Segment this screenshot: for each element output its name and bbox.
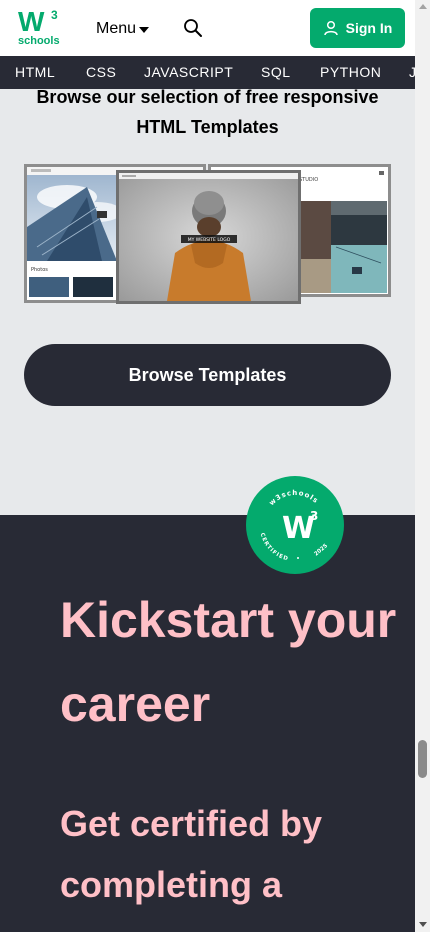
logo-superscript: 3	[51, 8, 58, 22]
badge-mark-sup: 3	[310, 509, 318, 523]
career-heading: Kickstart your career	[60, 592, 397, 732]
career-subheading: Get certified by completing a	[60, 803, 323, 905]
right-thumb-label: STUDIO	[299, 177, 318, 183]
logo-text: schools	[18, 35, 60, 47]
sign-in-button[interactable]: Sign In	[310, 8, 405, 48]
career-section: Kickstart your career Get certified by c…	[0, 515, 415, 932]
user-icon	[323, 20, 338, 36]
sign-in-label: Sign In	[345, 20, 393, 36]
center-thumb-caption: MY WEBSITE LOGO	[188, 237, 231, 243]
menu-label: Menu	[96, 20, 137, 37]
badge-year-text: 2025	[313, 543, 329, 558]
search-icon[interactable]	[183, 18, 203, 38]
template-thumbnail-portrait[interactable]: MY WEBSITE LOGO	[116, 170, 301, 304]
portrait-template-preview: MY WEBSITE LOGO	[119, 173, 298, 301]
templates-heading: Browse our selection of free responsive …	[0, 82, 415, 142]
scroll-down-arrow-icon[interactable]	[419, 922, 427, 927]
svg-text:w3schools: w3schools	[268, 489, 321, 507]
scrollbar-thumb[interactable]	[418, 740, 427, 778]
left-thumb-label: Photos	[31, 267, 48, 273]
w3schools-logo[interactable]: W 3 schools	[18, 6, 64, 48]
certified-badge-icon: w3schools CERTIFIED 2025 W 3	[259, 489, 329, 562]
caret-down-icon	[139, 27, 150, 33]
scroll-up-arrow-icon[interactable]	[419, 4, 427, 9]
templates-heading-line2: HTML Templates	[136, 117, 279, 137]
logo-mark: W	[18, 6, 44, 37]
browse-templates-button[interactable]: Browse Templates	[24, 344, 391, 406]
badge-top-text: w3schools	[268, 489, 320, 507]
menu-button[interactable]: Menu	[96, 18, 150, 40]
top-header: W 3 schools Menu Sign In	[0, 0, 415, 56]
page-scrollbar[interactable]	[415, 0, 430, 932]
templates-heading-line1: Browse our selection of free responsive	[36, 87, 379, 107]
certified-badge: w3schools CERTIFIED 2025 W 3	[246, 476, 344, 574]
